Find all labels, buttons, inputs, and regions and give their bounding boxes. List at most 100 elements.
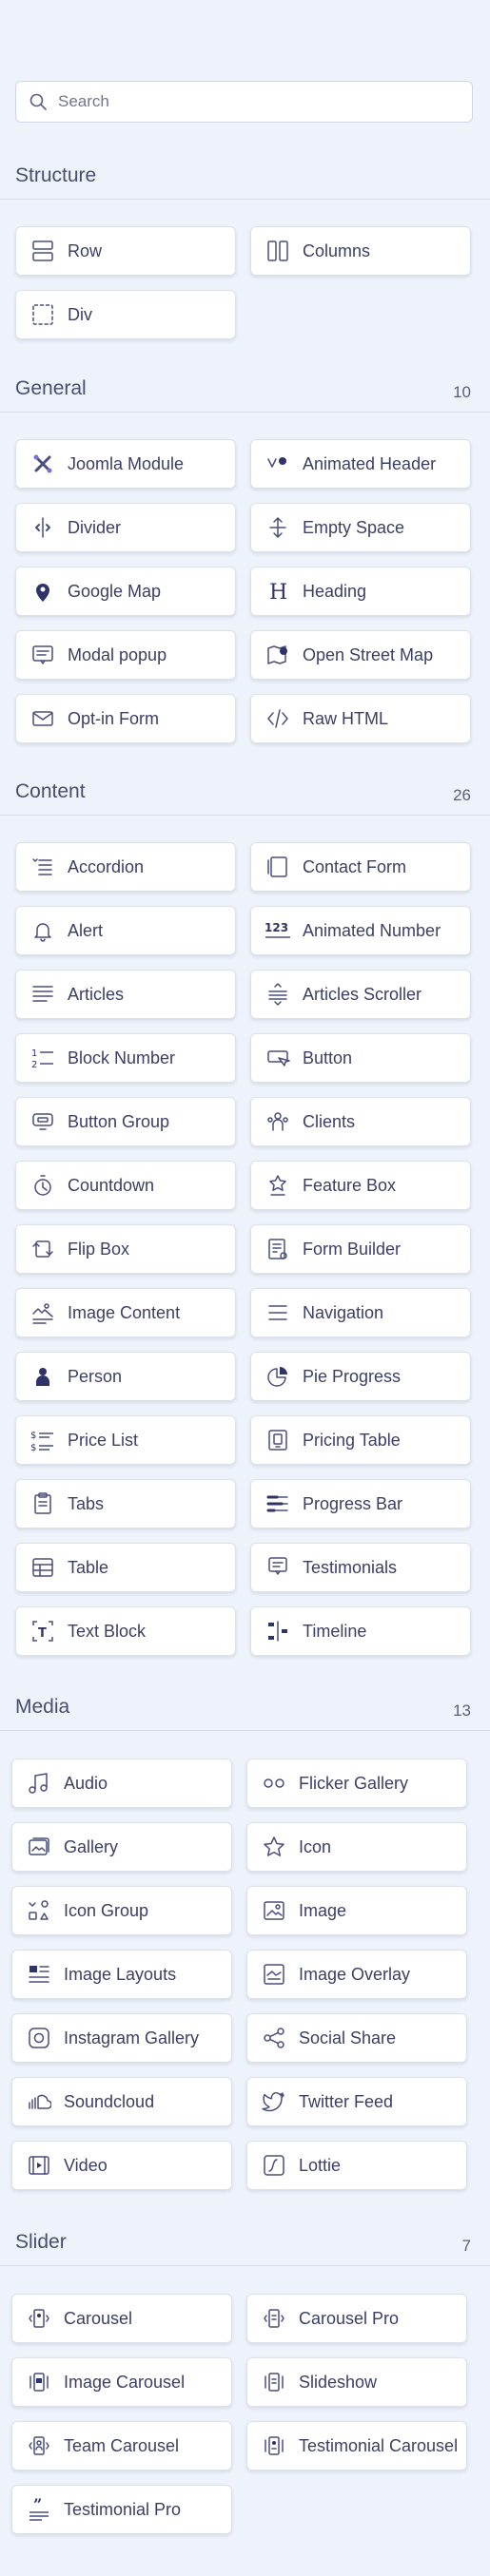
addon-item-gallery[interactable]: Gallery bbox=[11, 1822, 232, 1872]
addon-item-text-block[interactable]: T Text Block bbox=[15, 1606, 236, 1656]
addon-item-timeline[interactable]: Timeline bbox=[250, 1606, 471, 1656]
addon-item-open-street-map[interactable]: Open Street Map bbox=[250, 630, 471, 680]
block-number-icon: 12 bbox=[29, 1045, 56, 1071]
addon-item-social-share[interactable]: Social Share bbox=[246, 2013, 467, 2063]
addon-item-feature-box[interactable]: Feature Box bbox=[250, 1161, 471, 1210]
addon-item-clients[interactable]: Clients bbox=[250, 1097, 471, 1146]
addon-item-image-content[interactable]: Image Content bbox=[15, 1288, 236, 1337]
search-input[interactable] bbox=[56, 91, 472, 112]
addon-item-label: Pie Progress bbox=[303, 1366, 402, 1386]
code-icon bbox=[265, 705, 291, 732]
addon-item-slideshow[interactable]: Slideshow bbox=[246, 2357, 467, 2407]
addon-item-animated-number[interactable]: 123 Animated Number bbox=[250, 906, 471, 955]
addon-item-label: Table bbox=[68, 1557, 109, 1577]
addon-item-icon-group[interactable]: Icon Group bbox=[11, 1886, 232, 1935]
addon-item-testimonials[interactable]: Testimonials bbox=[250, 1543, 471, 1592]
addon-item-block-number[interactable]: 1 2 Block Number bbox=[15, 1033, 236, 1083]
addon-item-progress-bar[interactable]: Progress Bar bbox=[250, 1479, 471, 1528]
addon-item-lottie[interactable]: Lottie bbox=[246, 2141, 467, 2190]
svg-text:H: H bbox=[269, 581, 287, 604]
addon-item-label: Image Carousel bbox=[64, 2372, 186, 2392]
addon-item-label: Soundcloud bbox=[64, 2091, 155, 2111]
addon-item-joomla-module[interactable]: Joomla Module bbox=[15, 439, 236, 489]
addon-item-label: Flip Box bbox=[68, 1239, 130, 1259]
image-content-icon bbox=[29, 1299, 56, 1326]
addon-item-form-builder[interactable]: Form Builder bbox=[250, 1224, 471, 1274]
addon-item-testimonial-pro[interactable]: ” Testimonial Pro bbox=[11, 2485, 232, 2534]
addon-item-flicker-gallery[interactable]: Flicker Gallery bbox=[246, 1759, 467, 1808]
flip-box-icon bbox=[29, 1236, 56, 1262]
addon-item-testimonial-carousel[interactable]: Testimonial Carousel bbox=[246, 2421, 467, 2470]
addon-item-button-group[interactable]: Button Group bbox=[15, 1097, 236, 1146]
addon-item-image[interactable]: Image bbox=[246, 1886, 467, 1935]
addon-item-divider[interactable]: Divider bbox=[15, 503, 236, 552]
divider-icon bbox=[29, 514, 56, 541]
pricing-table-icon bbox=[265, 1427, 291, 1453]
addon-item-countdown[interactable]: Countdown bbox=[15, 1161, 236, 1210]
clients-icon bbox=[265, 1108, 291, 1135]
svg-text:”: ” bbox=[33, 2497, 42, 2513]
addon-item-empty-space[interactable]: Empty Space bbox=[250, 503, 471, 552]
addon-item-audio[interactable]: Audio bbox=[11, 1759, 232, 1808]
addon-item-accordion[interactable]: Accordion bbox=[15, 842, 236, 892]
addon-item-image-carousel[interactable]: Image Carousel bbox=[11, 2357, 232, 2407]
bell-icon bbox=[29, 917, 56, 944]
addon-item-button[interactable]: Button bbox=[250, 1033, 471, 1083]
addon-item-flip-box[interactable]: Flip Box bbox=[15, 1224, 236, 1274]
addon-item-label: Image Content bbox=[68, 1302, 181, 1322]
addon-item-opt-in-form[interactable]: Opt-in Form bbox=[15, 694, 236, 743]
addon-item-contact-form[interactable]: Contact Form bbox=[250, 842, 471, 892]
addon-item-navigation[interactable]: Navigation bbox=[250, 1288, 471, 1337]
addon-item-animated-header[interactable]: Animated Header bbox=[250, 439, 471, 489]
addon-item-pricing-table[interactable]: Pricing Table bbox=[250, 1415, 471, 1465]
addon-item-carousel[interactable]: Carousel bbox=[11, 2294, 232, 2343]
addon-item-label: Team Carousel bbox=[64, 2435, 180, 2455]
addon-item-label: Text Block bbox=[68, 1621, 147, 1641]
addon-item-columns[interactable]: Columns bbox=[250, 226, 471, 276]
addon-item-label: Articles bbox=[68, 984, 125, 1004]
search-box[interactable] bbox=[15, 81, 473, 123]
addon-item-articles-scroller[interactable]: Articles Scroller bbox=[250, 970, 471, 1019]
section-items-slider: Carousel Carousel Pro Image Carousel Slides… bbox=[11, 2294, 467, 2534]
addon-item-alert[interactable]: Alert bbox=[15, 906, 236, 955]
heading-icon: H bbox=[265, 578, 291, 605]
addon-item-label: Gallery bbox=[64, 1836, 119, 1856]
image-overlay-icon bbox=[261, 1961, 287, 1988]
addon-item-label: Instagram Gallery bbox=[64, 2028, 200, 2047]
addon-item-tabs[interactable]: Tabs bbox=[15, 1479, 236, 1528]
addon-item-image-layouts[interactable]: Image Layouts bbox=[11, 1950, 232, 1999]
addon-item-price-list[interactable]: $ $ Price List bbox=[15, 1415, 236, 1465]
articles-scroller-icon bbox=[265, 981, 291, 1008]
addon-item-twitter-feed[interactable]: Twitter Feed bbox=[246, 2077, 467, 2126]
table-icon bbox=[29, 1554, 56, 1581]
addon-item-image-overlay[interactable]: Image Overlay bbox=[246, 1950, 467, 1999]
search-icon bbox=[29, 93, 47, 110]
addon-item-row[interactable]: Row bbox=[15, 226, 236, 276]
flicker-icon bbox=[261, 1770, 287, 1797]
number-icon: 123 bbox=[265, 917, 291, 944]
addon-item-label: Testimonial Carousel bbox=[299, 2435, 459, 2455]
addon-item-video[interactable]: Video bbox=[11, 2141, 232, 2190]
addon-item-team-carousel[interactable]: Team Carousel bbox=[11, 2421, 232, 2470]
addon-item-label: Tabs bbox=[68, 1493, 105, 1513]
addon-item-person[interactable]: Person bbox=[15, 1352, 236, 1401]
addon-item-instagram-gallery[interactable]: Instagram Gallery bbox=[11, 2013, 232, 2063]
addon-item-modal-popup[interactable]: Modal popup bbox=[15, 630, 236, 680]
addon-item-raw-html[interactable]: Raw HTML bbox=[250, 694, 471, 743]
addon-item-carousel-pro[interactable]: Carousel Pro bbox=[246, 2294, 467, 2343]
addon-item-heading[interactable]: H Heading bbox=[250, 567, 471, 616]
section-items-content: Accordion Contact Form Alert 123 Animated Nu… bbox=[15, 842, 471, 1656]
addon-item-label: Pricing Table bbox=[303, 1430, 401, 1450]
addon-item-div[interactable]: Div bbox=[15, 290, 236, 339]
addon-item-soundcloud[interactable]: Soundcloud bbox=[11, 2077, 232, 2126]
addon-item-pie-progress[interactable]: Pie Progress bbox=[250, 1352, 471, 1401]
addon-item-table[interactable]: Table bbox=[15, 1543, 236, 1592]
addon-item-label: Articles Scroller bbox=[303, 984, 422, 1004]
button-icon bbox=[265, 1045, 291, 1071]
addon-item-label: Button bbox=[303, 1048, 353, 1067]
addon-item-google-map[interactable]: Google Map bbox=[15, 567, 236, 616]
price-list-icon: $ $ bbox=[29, 1427, 56, 1453]
addon-item-icon[interactable]: Icon bbox=[246, 1822, 467, 1872]
addon-item-articles[interactable]: Articles bbox=[15, 970, 236, 1019]
addon-item-label: Video bbox=[64, 2155, 108, 2175]
